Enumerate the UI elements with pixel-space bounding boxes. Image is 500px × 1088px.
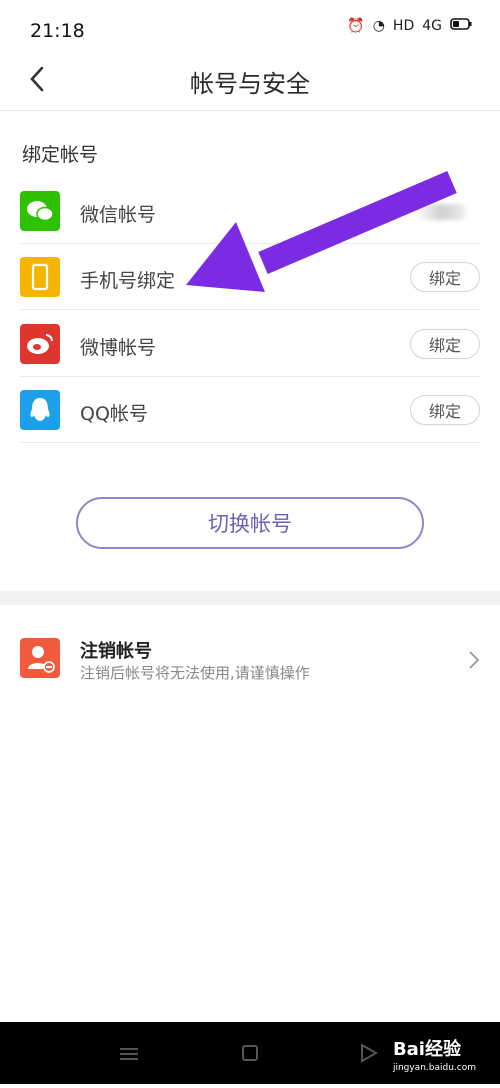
home-icon[interactable] bbox=[242, 1045, 258, 1061]
watermark-url: jingyan.baidu.com bbox=[392, 1063, 476, 1073]
account-row-wechat[interactable]: 微信帐号 bbox=[20, 178, 480, 244]
nav-bar: 帐号与安全 bbox=[0, 56, 500, 111]
qq-icon bbox=[20, 390, 60, 430]
bind-button[interactable]: 绑定 bbox=[410, 395, 480, 425]
wechat-icon bbox=[20, 191, 60, 231]
account-label: 微信帐号 bbox=[80, 204, 157, 226]
blurred-account-value bbox=[416, 204, 466, 220]
page-title: 帐号与安全 bbox=[190, 70, 310, 98]
account-row-weibo[interactable]: 微博帐号 绑定 bbox=[20, 311, 480, 377]
weibo-icon bbox=[20, 324, 60, 364]
status-time: 21:18 bbox=[30, 20, 85, 42]
section-divider bbox=[0, 591, 500, 605]
status-icons: ⏰ ◔ HD 4G bbox=[347, 18, 472, 34]
status-bar: 21:18 ⏰ ◔ HD 4G bbox=[0, 0, 500, 56]
menu-icon[interactable] bbox=[120, 1048, 138, 1060]
watermark-brand: Bai经验 bbox=[392, 1039, 461, 1060]
account-row-qq[interactable]: QQ帐号 绑定 bbox=[20, 377, 480, 443]
signal-label: 4G bbox=[422, 18, 442, 34]
chevron-right-icon bbox=[468, 650, 480, 674]
watermark: Bai经验 jingyan.baidu.com bbox=[393, 1035, 476, 1073]
phone-icon bbox=[20, 257, 60, 297]
user-remove-icon bbox=[20, 638, 60, 678]
cancel-account-row[interactable]: 注销帐号 注销后帐号将无法使用,请谨慎操作 bbox=[20, 636, 480, 684]
bind-button[interactable]: 绑定 bbox=[410, 329, 480, 359]
cancel-subtitle: 注销后帐号将无法使用,请谨慎操作 bbox=[80, 664, 310, 682]
alarm-icon: ⏰ bbox=[347, 18, 365, 34]
bind-button[interactable]: 绑定 bbox=[410, 262, 480, 292]
wifi-icon: ◔ bbox=[372, 18, 385, 34]
hd-label: HD bbox=[392, 18, 415, 34]
back-triangle-icon[interactable] bbox=[361, 1043, 379, 1063]
account-row-phone[interactable]: 手机号绑定 绑定 bbox=[20, 244, 480, 310]
cancel-title: 注销帐号 bbox=[80, 641, 152, 662]
account-label: QQ帐号 bbox=[80, 403, 148, 425]
account-label: 手机号绑定 bbox=[80, 270, 176, 292]
account-label: 微博帐号 bbox=[80, 337, 157, 359]
switch-account-button[interactable]: 切换帐号 bbox=[76, 497, 424, 549]
battery-icon bbox=[450, 18, 472, 34]
section-label: 绑定帐号 bbox=[22, 144, 99, 166]
